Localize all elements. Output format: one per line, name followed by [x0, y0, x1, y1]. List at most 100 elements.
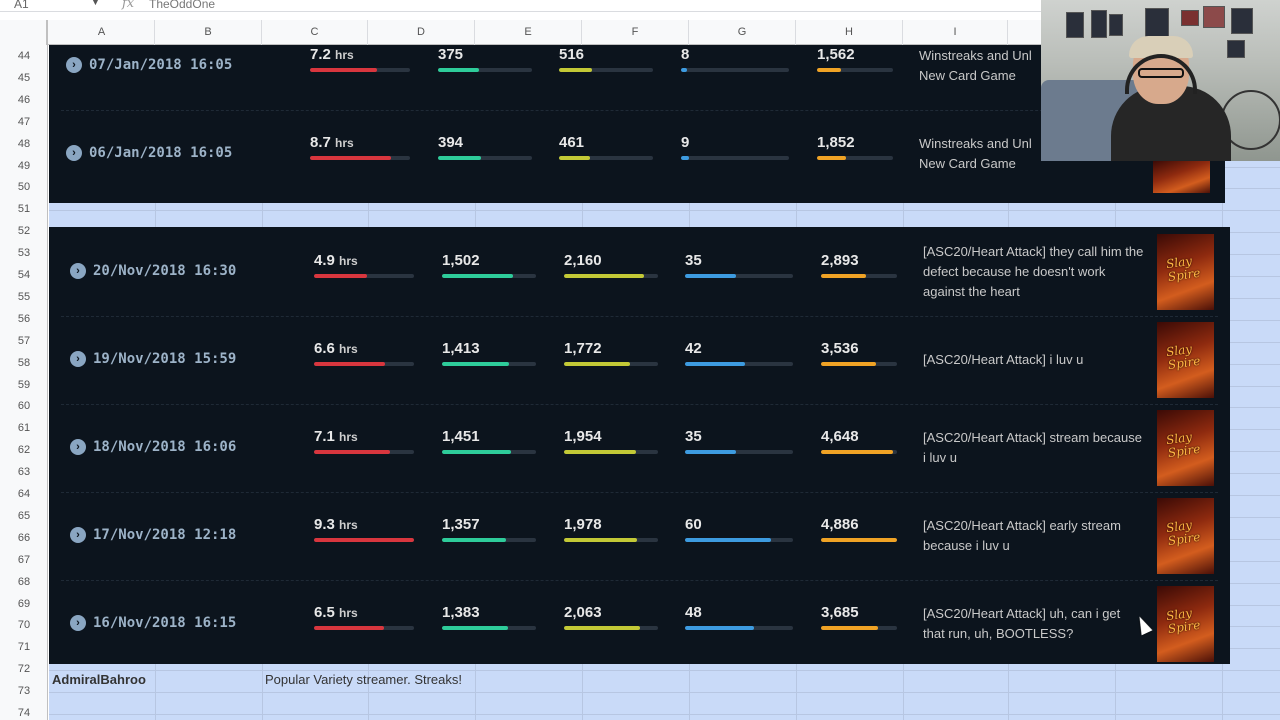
cell-reference-box[interactable]: A1 [14, 0, 29, 11]
stream-date[interactable]: 18/Nov/2018 16:06 [93, 439, 236, 455]
row-header-71[interactable]: 71 [0, 637, 48, 659]
select-all-corner[interactable] [0, 20, 48, 45]
column-header-i[interactable]: I [903, 20, 1008, 45]
row-header-68[interactable]: 68 [0, 572, 48, 594]
stream-hours: 9.3 hrs [314, 516, 358, 533]
stat-bar-fill [559, 68, 592, 72]
game-thumbnail[interactable]: Slay Spire [1157, 322, 1214, 398]
stream-title[interactable]: [ASC20/Heart Attack] they call him the d… [923, 242, 1145, 302]
row-header-60[interactable]: 60 [0, 396, 48, 418]
stat-bar [821, 362, 897, 366]
column-header-e[interactable]: E [475, 20, 582, 45]
hours-value: 6.5 [314, 604, 335, 621]
stat-bar-fill [821, 450, 894, 454]
row-header-45[interactable]: 45 [0, 68, 48, 90]
wall-poster [1227, 40, 1245, 58]
stream-date[interactable]: 07/Jan/2018 16:05 [89, 57, 232, 73]
row-header-70[interactable]: 70 [0, 615, 48, 637]
hours-value: 4.9 [314, 252, 335, 269]
streamer-description-cell[interactable]: Popular Variety streamer. Streaks! [265, 672, 462, 687]
stat-bar [559, 156, 653, 160]
column-header-g[interactable]: G [689, 20, 796, 45]
stream-stat-v2: 461 [559, 134, 585, 151]
column-header-a[interactable]: A [49, 20, 155, 45]
stream-stat-v1: 1,502 [442, 252, 480, 269]
stat-bar-fill [442, 362, 509, 366]
row-header-72[interactable]: 72 [0, 659, 48, 681]
row-header-47[interactable]: 47 [0, 112, 48, 134]
row-header-59[interactable]: 59 [0, 375, 48, 397]
stream-date[interactable]: 17/Nov/2018 12:18 [93, 527, 236, 543]
expand-chevron-icon[interactable]: › [66, 57, 82, 73]
stat-bar [685, 538, 793, 542]
row-header-52[interactable]: 52 [0, 221, 48, 243]
row-header-58[interactable]: 58 [0, 353, 48, 375]
stream-date[interactable]: 20/Nov/2018 16:30 [93, 263, 236, 279]
row-header-66[interactable]: 66 [0, 528, 48, 550]
stream-hours: 7.1 hrs [314, 428, 358, 445]
row-header-48[interactable]: 48 [0, 134, 48, 156]
expand-chevron-icon[interactable]: › [70, 615, 86, 631]
streamer-name-cell[interactable]: AdmiralBahroo [52, 672, 146, 687]
stream-date[interactable]: 16/Nov/2018 16:15 [93, 615, 236, 631]
stream-title[interactable]: [ASC20/Heart Attack] uh, can i get that … [923, 604, 1145, 644]
stream-stat-v1: 375 [438, 46, 464, 63]
stat-bar-fill [442, 538, 506, 542]
row-header-61[interactable]: 61 [0, 418, 48, 440]
row-header-50[interactable]: 50 [0, 177, 48, 199]
hours-value: 7.2 [310, 46, 331, 63]
expand-chevron-icon[interactable]: › [70, 439, 86, 455]
row-header-49[interactable]: 49 [0, 156, 48, 178]
game-thumbnail[interactable] [1153, 161, 1210, 193]
stat-bar-fill [821, 538, 897, 542]
row-header-65[interactable]: 65 [0, 506, 48, 528]
expand-chevron-icon[interactable]: › [66, 145, 82, 161]
game-thumbnail[interactable]: Slay Spire [1157, 234, 1214, 310]
expand-chevron-icon[interactable]: › [70, 351, 86, 367]
column-header-b[interactable]: B [155, 20, 262, 45]
row-header-74[interactable]: 74 [0, 703, 48, 720]
row-header-63[interactable]: 63 [0, 462, 48, 484]
expand-chevron-icon[interactable]: › [70, 527, 86, 543]
row-header-46[interactable]: 46 [0, 90, 48, 112]
stream-title[interactable]: [ASC20/Heart Attack] stream because i lu… [923, 428, 1145, 468]
row-header-64[interactable]: 64 [0, 484, 48, 506]
row-header-55[interactable]: 55 [0, 287, 48, 309]
stat-bar [817, 68, 893, 72]
game-thumbnail[interactable]: Slay Spire [1157, 410, 1214, 486]
column-header-h[interactable]: H [796, 20, 903, 45]
hours-unit: hrs [339, 342, 358, 356]
hours-unit: hrs [339, 606, 358, 620]
column-header-f[interactable]: F [582, 20, 689, 45]
stream-date[interactable]: 19/Nov/2018 15:59 [93, 351, 236, 367]
row-header-73[interactable]: 73 [0, 681, 48, 703]
row-header-51[interactable]: 51 [0, 199, 48, 221]
game-thumbnail[interactable]: Slay Spire [1157, 498, 1214, 574]
row-header-54[interactable]: 54 [0, 265, 48, 287]
row-header-56[interactable]: 56 [0, 309, 48, 331]
expand-chevron-icon[interactable]: › [70, 263, 86, 279]
column-header-c[interactable]: C [262, 20, 368, 45]
stat-bar-fill [438, 68, 480, 72]
formula-input[interactable]: TheOddOne [149, 0, 215, 11]
stat-bar-fill [442, 274, 514, 278]
stream-stat-v4: 3,685 [821, 604, 859, 621]
row-header-62[interactable]: 62 [0, 440, 48, 462]
stream-stat-v3: 8 [681, 46, 690, 63]
row-header-44[interactable]: 44 [0, 46, 48, 68]
stream-title[interactable]: [ASC20/Heart Attack] early stream becaus… [923, 516, 1145, 556]
stream-stat-v1: 1,383 [442, 604, 480, 621]
stream-title[interactable]: [ASC20/Heart Attack] i luv u [923, 350, 1145, 370]
chevron-down-icon[interactable]: ▼ [91, 0, 100, 7]
stat-bar-fill [559, 156, 591, 160]
hours-unit: hrs [339, 518, 358, 532]
row-header-67[interactable]: 67 [0, 550, 48, 572]
column-header-d[interactable]: D [368, 20, 475, 45]
stream-date[interactable]: 06/Jan/2018 16:05 [89, 145, 232, 161]
stat-bar-fill [685, 538, 772, 542]
game-thumbnail[interactable]: Slay Spire [1157, 586, 1214, 662]
row-header-69[interactable]: 69 [0, 594, 48, 616]
row-header-57[interactable]: 57 [0, 331, 48, 353]
stream-stat-v2: 1,978 [564, 516, 602, 533]
row-header-53[interactable]: 53 [0, 243, 48, 265]
